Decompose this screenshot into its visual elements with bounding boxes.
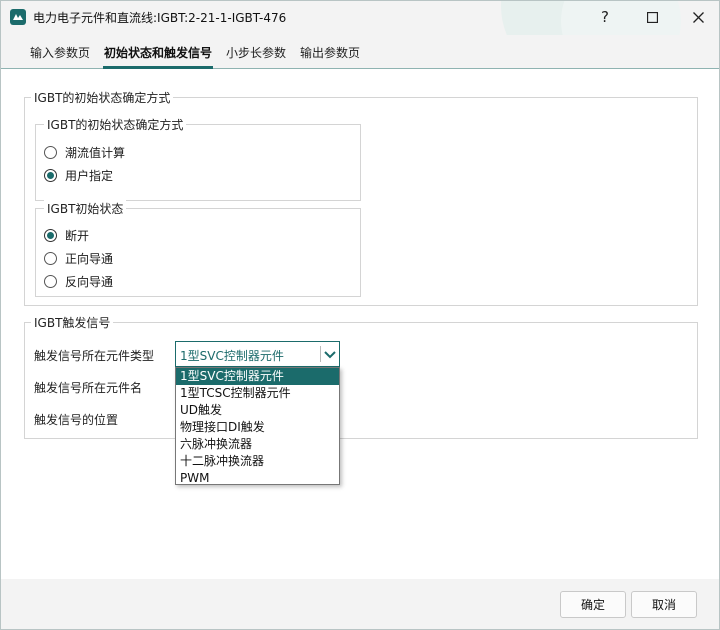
dropdown-option-twelve-pulse[interactable]: 十二脉冲换流器: [176, 453, 339, 470]
cancel-button[interactable]: 取消: [631, 591, 697, 618]
dialog-footer: 确定 取消: [1, 579, 719, 629]
window-title: 电力电子元件和直流线:IGBT:2-21-1-IGBT-476: [33, 11, 287, 25]
radio-label: 反向导通: [65, 275, 114, 289]
chevron-down-icon[interactable]: [323, 346, 337, 362]
radio-button[interactable]: [44, 146, 57, 159]
radio-button[interactable]: [44, 275, 57, 288]
radio-reverse-conduct[interactable]: 反向导通: [44, 273, 113, 290]
trigger-type-dropdown-list: 1型SVC控制器元件 1型TCSC控制器元件 UD触发 物理接口DI触发 六脉冲…: [175, 367, 340, 485]
radio-label: 潮流值计算: [65, 146, 126, 160]
radio-button-checked[interactable]: [44, 169, 57, 182]
radio-off[interactable]: 断开: [44, 227, 89, 244]
tab-bar: 输入参数页 初始状态和触发信号 小步长参数 输出参数页: [1, 35, 719, 69]
combobox-value: 1型SVC控制器元件: [180, 349, 284, 363]
init-state-group: IGBT的初始状态确定方式 IGBT的初始状态确定方式 潮流值计算 用户指定 I…: [24, 89, 698, 306]
radio-user-specified[interactable]: 用户指定: [44, 167, 113, 184]
dropdown-option-pwm[interactable]: PWM: [176, 470, 339, 487]
trigger-type-label: 触发信号所在元件类型: [34, 349, 155, 363]
radio-label: 断开: [65, 229, 90, 243]
help-button[interactable]: ?: [591, 5, 619, 29]
radio-button[interactable]: [44, 252, 57, 265]
init-method-group-title: IGBT的初始状态确定方式: [44, 116, 187, 133]
radio-label: 用户指定: [65, 169, 114, 183]
ok-button[interactable]: 确定: [560, 591, 626, 618]
combobox-separator: [320, 346, 321, 362]
init-state-group-title: IGBT的初始状态确定方式: [31, 89, 174, 106]
maximize-icon: [646, 11, 658, 23]
radio-power-flow[interactable]: 潮流值计算: [44, 144, 125, 161]
radio-forward-conduct[interactable]: 正向导通: [44, 250, 113, 267]
trigger-type-combobox[interactable]: 1型SVC控制器元件: [175, 341, 340, 367]
title-bar[interactable]: 电力电子元件和直流线:IGBT:2-21-1-IGBT-476 ?: [1, 1, 719, 81]
trigger-signal-group-title: IGBT触发信号: [31, 314, 114, 331]
tab-input-params[interactable]: 输入参数页: [30, 44, 90, 61]
init-method-group: IGBT的初始状态确定方式 潮流值计算 用户指定: [35, 116, 361, 201]
close-icon: [692, 11, 704, 23]
trigger-name-label: 触发信号所在元件名: [34, 381, 143, 395]
tab-output-params[interactable]: 输出参数页: [300, 44, 360, 61]
trigger-position-label: 触发信号的位置: [34, 413, 119, 427]
app-logo-icon: [10, 9, 26, 25]
dropdown-option-di-trigger[interactable]: 物理接口DI触发: [176, 419, 339, 436]
radio-button-checked[interactable]: [44, 229, 57, 242]
tab-small-step-params[interactable]: 小步长参数: [226, 44, 286, 61]
maximize-button[interactable]: [638, 5, 666, 29]
dropdown-option-six-pulse[interactable]: 六脉冲换流器: [176, 436, 339, 453]
radio-label: 正向导通: [65, 252, 114, 266]
dialog-window: 电力电子元件和直流线:IGBT:2-21-1-IGBT-476 ? 输入参数页 …: [0, 0, 720, 630]
init-state-select-group: IGBT初始状态 断开 正向导通 反向导通: [35, 200, 361, 297]
dropdown-option-tcsc[interactable]: 1型TCSC控制器元件: [176, 385, 339, 402]
dropdown-option-svc[interactable]: 1型SVC控制器元件: [176, 368, 339, 385]
tab-init-state-trigger[interactable]: 初始状态和触发信号: [104, 44, 212, 61]
tab-content: IGBT的初始状态确定方式 IGBT的初始状态确定方式 潮流值计算 用户指定 I…: [1, 69, 719, 579]
init-state-select-group-title: IGBT初始状态: [44, 200, 127, 217]
close-button[interactable]: [684, 5, 712, 29]
dropdown-option-ud-trigger[interactable]: UD触发: [176, 402, 339, 419]
